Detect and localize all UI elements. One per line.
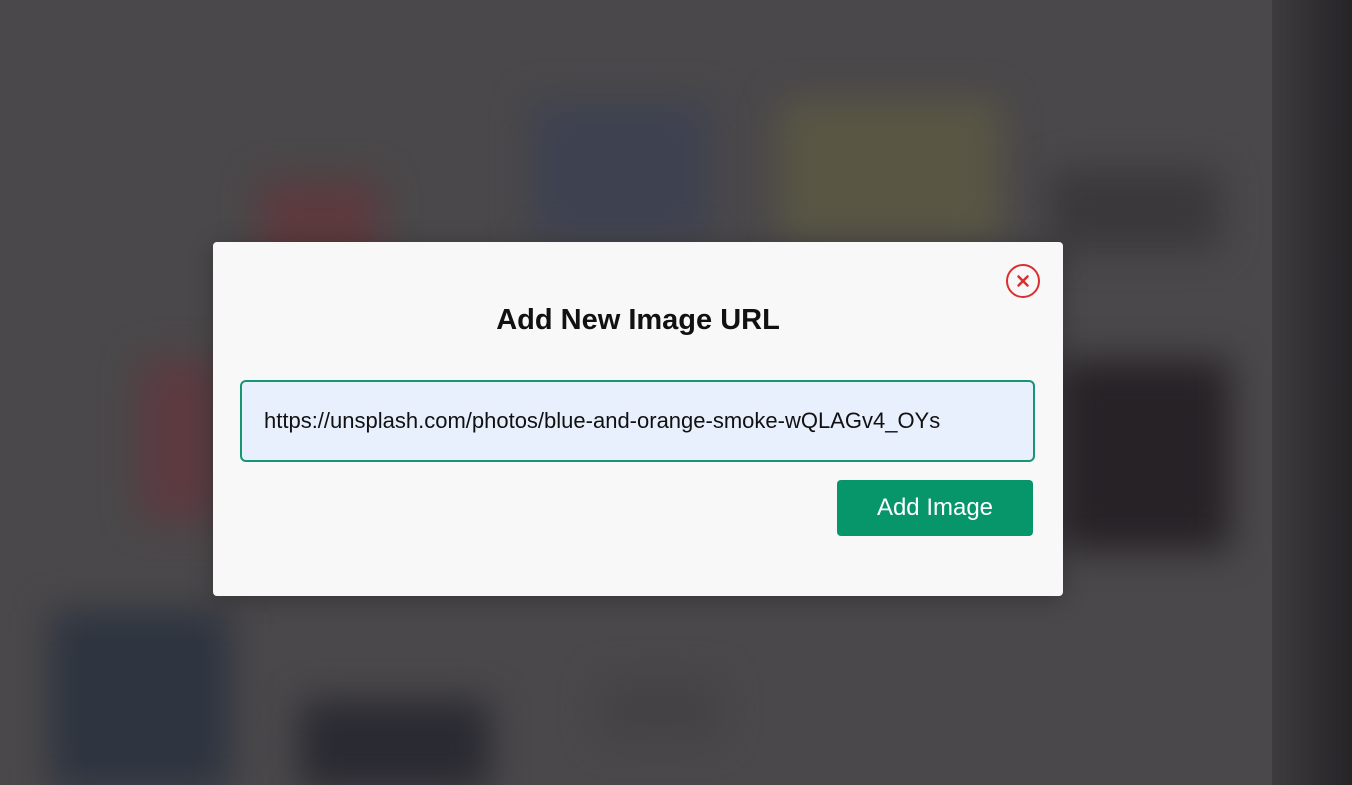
blurred-image-card (50, 610, 230, 785)
add-image-modal: Add New Image URL Add Image (213, 242, 1063, 596)
blurred-image-card (530, 100, 710, 240)
blurred-image-card (300, 700, 490, 785)
blurred-image-card (1060, 360, 1230, 550)
image-url-input[interactable] (240, 380, 1035, 462)
modal-title: Add New Image URL (496, 304, 780, 336)
blurred-image-card (780, 100, 1000, 240)
backdrop-edge-shadow (1272, 0, 1352, 785)
close-button[interactable] (1006, 264, 1040, 298)
blurred-image-card (1050, 170, 1220, 250)
blurred-image-card (140, 360, 220, 520)
close-icon (1016, 274, 1030, 288)
add-image-button[interactable]: Add Image (837, 480, 1033, 536)
blurred-image-card (600, 680, 720, 740)
